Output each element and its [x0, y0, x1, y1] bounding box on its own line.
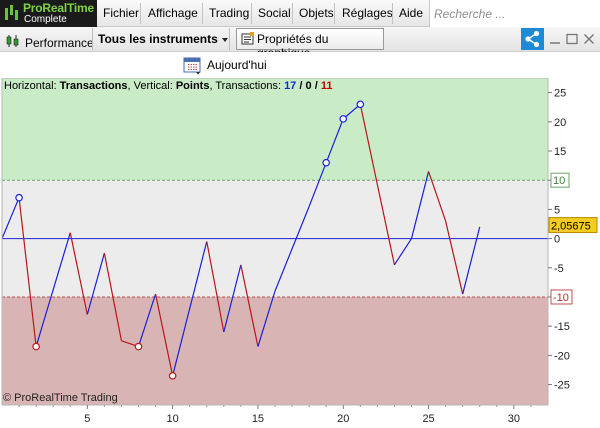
x-tick-label: 15 [252, 413, 264, 425]
y-tick-label: 0 [554, 234, 560, 246]
menu-divider [251, 3, 252, 24]
menu-item-reglages[interactable]: Réglages [340, 0, 395, 27]
close-icon[interactable] [582, 32, 596, 46]
horizontal-axis-label: Horizontal: [4, 80, 57, 92]
vertical-axis-value: Points [175, 80, 210, 92]
maximize-icon[interactable] [565, 32, 579, 46]
menu-item-fichier[interactable]: Fichier [101, 0, 141, 27]
chevron-down-icon [222, 38, 228, 42]
date-selector-bar: Aujourd'hui [0, 52, 600, 78]
profit-zone [2, 78, 548, 181]
date-range-label[interactable]: Aujourd'hui [207, 58, 267, 72]
y-tick-label: -5 [554, 263, 564, 275]
performance-button[interactable]: Performance [0, 28, 94, 50]
chart-properties-button[interactable]: Propriétés du graphique... [236, 28, 384, 60]
watermark: © ProRealTime Trading [3, 392, 118, 404]
lower-threshold-label: -10 [553, 292, 569, 304]
menu-divider [202, 3, 203, 24]
chart-settings-icon [241, 32, 254, 45]
current-value-label: 2,05675 [551, 221, 591, 233]
trade-marker [339, 115, 348, 123]
menu-divider [392, 3, 393, 24]
share-button[interactable] [521, 28, 544, 50]
y-tick-label: 20 [554, 117, 566, 129]
y-tick-label: 25 [554, 88, 566, 100]
x-tick-label: 25 [422, 413, 434, 425]
search-box [429, 0, 600, 27]
x-tick-label: 5 [84, 413, 90, 425]
y-tick-label: -15 [554, 321, 570, 333]
chart-info-line: Horizontal: Transactions, Vertical: Poin… [4, 80, 333, 92]
app-logo: ProRealTime Complete [0, 0, 97, 27]
y-tick-label: 15 [554, 146, 566, 158]
y-tick-label: -25 [554, 380, 570, 392]
transactions-separator: / [299, 80, 303, 92]
equity-chart: 25 20 15 5 -5 -15 -20 -25 10 -10 0 2,05675 5 10 15 20 25… [0, 78, 600, 428]
y-tick-label: 5 [554, 204, 560, 216]
calendar-icon[interactable] [183, 56, 202, 75]
trade-marker [32, 342, 40, 351]
share-icon [525, 30, 540, 48]
search-input[interactable] [430, 0, 600, 27]
logo-name: ProRealTime [23, 1, 94, 15]
performance-label: Performance [25, 36, 94, 50]
logo-chart-icon [5, 5, 18, 20]
menu-item-aide[interactable]: Aide [397, 0, 425, 27]
transactions-total: 17 [284, 80, 297, 92]
transactions-label: Transactions: [215, 80, 281, 92]
loss-zone [2, 296, 548, 405]
menu-divider [140, 3, 141, 24]
equity-chart-svg[interactable]: 2520155-5-15-20-2510-1002,056755 10 15 20 25… [0, 78, 600, 428]
menu-divider [334, 3, 335, 24]
menu-bar: ProRealTime Complete Fichier Affichage T… [0, 0, 600, 27]
x-tick-label: 30 [508, 413, 520, 425]
transactions-breakeven: 0 [305, 80, 312, 92]
horizontal-axis-value: Transactions [59, 80, 128, 92]
minimize-icon[interactable] [548, 32, 562, 46]
y-tick-label: -20 [554, 350, 570, 362]
instruments-dropdown[interactable]: Tous les instruments [92, 28, 230, 50]
trade-marker [168, 372, 177, 380]
trade-marker [322, 158, 330, 167]
y-axis-strip [549, 78, 600, 428]
x-tick-label: 10 [167, 413, 179, 425]
menu-item-trading[interactable]: Trading [207, 0, 251, 27]
trade-marker [356, 100, 365, 109]
transactions-separator: / [314, 80, 318, 92]
menu-item-objets[interactable]: Objets [297, 0, 336, 27]
x-axis-strip [0, 406, 549, 428]
menu-item-affichage[interactable]: Affichage [146, 0, 200, 27]
menu-item-social[interactable]: Social [256, 0, 293, 27]
transactions-loss: 11 [320, 80, 333, 92]
chart-toolbar: Performance Tous les instruments Proprié… [0, 27, 600, 60]
trade-marker [134, 342, 143, 351]
vertical-axis-label: Vertical: [133, 80, 173, 92]
upper-threshold-label: 10 [553, 175, 565, 187]
logo-edition: Complete [24, 14, 67, 25]
trade-marker [15, 193, 23, 202]
instruments-label: Tous les instruments [98, 32, 218, 46]
menu-divider [292, 3, 293, 24]
x-tick-label: 20 [337, 413, 349, 425]
candlestick-icon [6, 35, 19, 47]
